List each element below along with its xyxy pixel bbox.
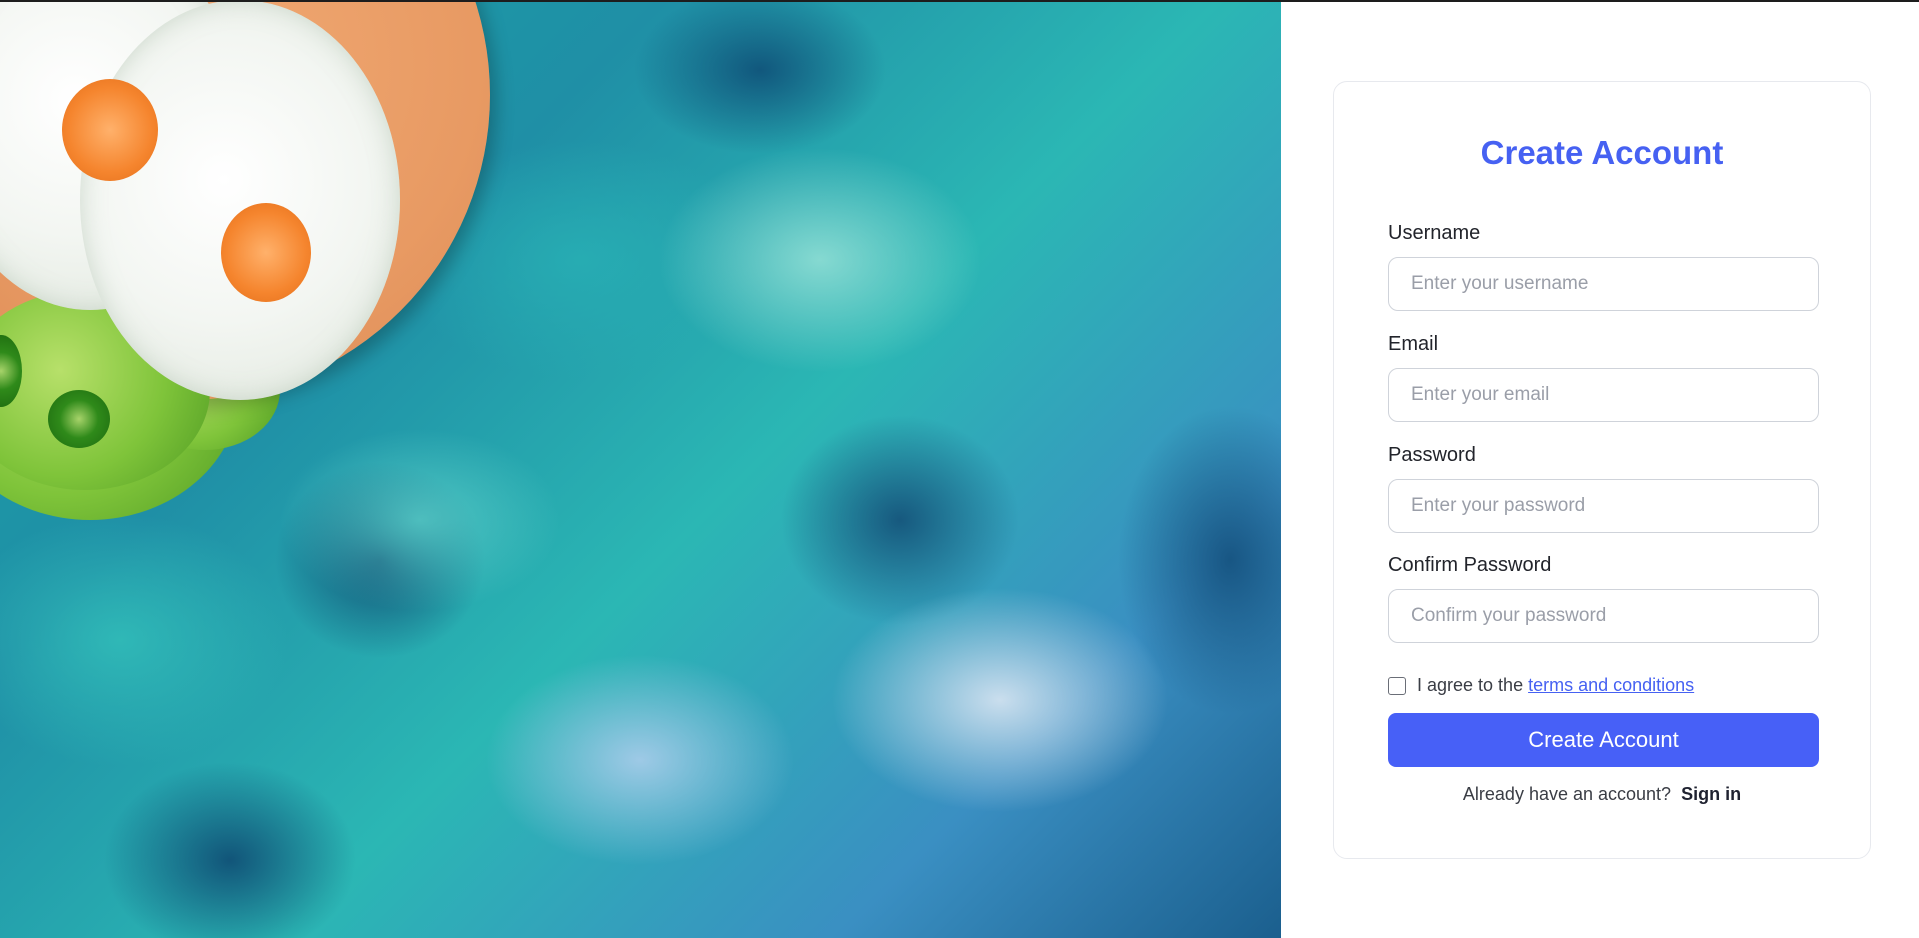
top-border-line [0,0,1919,2]
confirm-password-label: Confirm Password [1388,554,1552,576]
email-input[interactable] [1388,368,1819,422]
form-title: Create Account [1480,134,1724,171]
signin-row: Already have an account? Sign in [1334,784,1870,805]
confirm-password-input[interactable] [1388,589,1819,643]
signin-prompt: Already have an account? [1462,784,1672,804]
carrot-slice [62,79,158,181]
hero-image [0,0,1281,938]
username-label: Username [1388,222,1481,244]
password-input[interactable] [1388,479,1819,533]
jalapeno-slice [48,390,110,448]
terms-link[interactable]: terms and conditions [1528,675,1694,696]
carrot-slice [221,203,311,302]
password-label: Password [1388,444,1476,466]
signin-link[interactable]: Sign in [1681,784,1741,804]
cabbage-slice [80,0,400,400]
create-account-button[interactable]: Create Account [1388,713,1819,767]
terms-text: I agree to the [1417,675,1524,695]
terms-row: I agree to the terms and conditions [1388,675,1694,696]
signup-card: Create Account Username Email Password C… [1333,81,1871,859]
checkbox-unchecked-icon[interactable] [1388,676,1406,695]
username-input[interactable] [1388,257,1819,311]
email-label: Email [1388,333,1439,355]
